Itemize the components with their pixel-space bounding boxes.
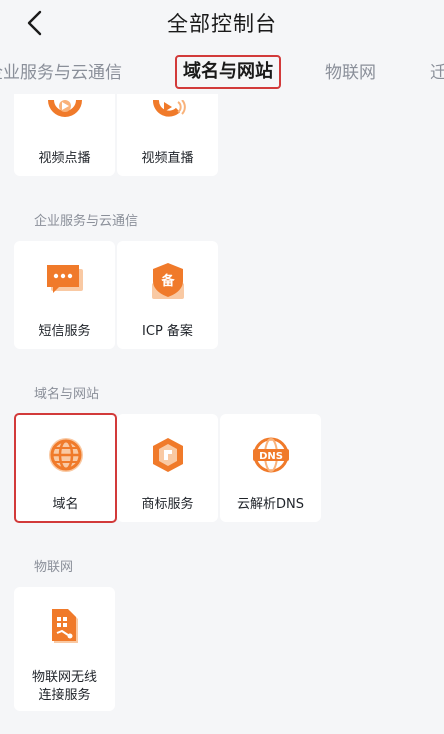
card-label-line2: 连接服务 [38,688,91,703]
card-label: 视频点播 [38,151,91,166]
trademark-icon [117,436,218,474]
section-title-enterprise: 企业服务与云通信 [34,214,139,229]
card-label: 短信服务 [38,324,91,339]
card-cloud-dns[interactable]: DNS 云解析DNS [220,414,321,522]
card-label: 视频直播 [141,151,194,166]
card-icp-filing[interactable]: 备 ICP 备案 [117,241,218,349]
icp-filing-icon: 备 [117,261,218,301]
card-trademark[interactable]: 商标服务 [117,414,218,522]
sms-icon [14,263,115,299]
card-label: 云解析DNS [237,497,304,512]
card-domain[interactable]: 域名 [14,413,117,523]
tab-migration[interactable]: 迁 [430,56,444,90]
tab-domain-website[interactable]: 域名与网站 [175,55,281,89]
page-title: 全部控制台 [167,12,277,36]
svg-text:备: 备 [160,273,175,289]
live-streaming-icon [117,100,218,126]
dns-icon: DNS [220,436,321,474]
card-live-streaming[interactable]: 视频直播 [117,94,218,176]
card-sms[interactable]: 短信服务 [14,241,115,349]
card-iot-wireless[interactable]: 物联网无线 连接服务 [14,587,115,711]
tab-enterprise[interactable]: 企业服务与云通信 [0,56,122,90]
category-tabs: 企业服务与云通信 域名与网站 物联网 迁 [0,50,444,94]
header: 全部控制台 [0,0,444,46]
svg-text:DNS: DNS [259,451,283,462]
globe-icon [15,436,116,474]
tab-iot[interactable]: 物联网 [325,56,376,90]
card-label: 商标服务 [141,497,194,512]
video-on-demand-icon [14,100,115,126]
card-label-line1: 物联网无线 [31,670,97,685]
iot-sim-icon [14,607,115,647]
section-title-iot: 物联网 [34,560,74,575]
section-title-domain: 域名与网站 [34,387,100,402]
card-video-on-demand[interactable]: 视频点播 [14,94,115,176]
card-label: 域名 [52,497,79,512]
card-label: ICP 备案 [142,324,193,339]
